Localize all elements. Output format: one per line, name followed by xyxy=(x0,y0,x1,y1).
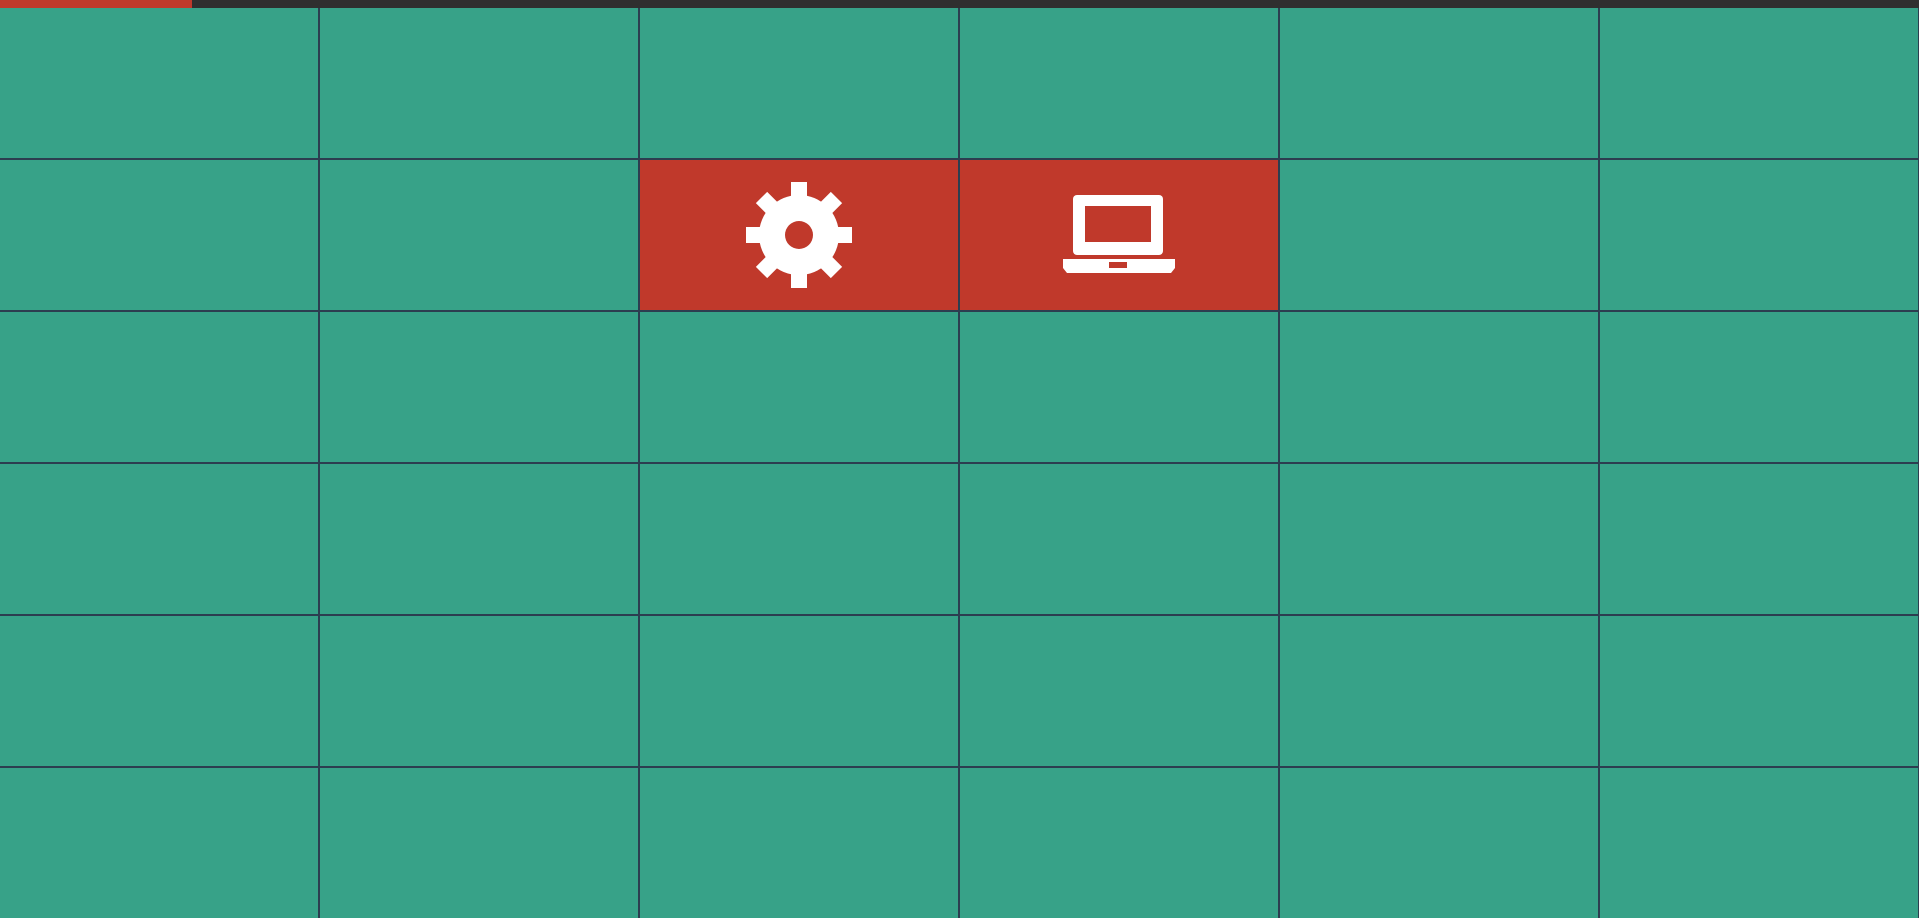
card-tile-r5-c2[interactable] xyxy=(640,768,958,918)
card-tile-r3-c1[interactable] xyxy=(320,464,638,614)
card-tile-r2-c3[interactable] xyxy=(960,312,1278,462)
card-tile-r5-c0[interactable] xyxy=(0,768,318,918)
card-tile-r5-c4[interactable] xyxy=(1280,768,1598,918)
card-tile-r2-c0[interactable] xyxy=(0,312,318,462)
memory-game-board xyxy=(0,8,1919,918)
card-tile-r0-c2[interactable] xyxy=(640,8,958,158)
card-tile-r2-c5[interactable] xyxy=(1600,312,1918,462)
card-tile-r4-c0[interactable] xyxy=(0,616,318,766)
card-tile-r5-c3[interactable] xyxy=(960,768,1278,918)
card-tile-r1-c2[interactable] xyxy=(640,160,958,310)
card-tile-r3-c5[interactable] xyxy=(1600,464,1918,614)
card-tile-r2-c1[interactable] xyxy=(320,312,638,462)
card-tile-r4-c5[interactable] xyxy=(1600,616,1918,766)
card-tile-r4-c3[interactable] xyxy=(960,616,1278,766)
card-tile-r3-c0[interactable] xyxy=(0,464,318,614)
card-tile-r1-c0[interactable] xyxy=(0,160,318,310)
card-tile-r4-c1[interactable] xyxy=(320,616,638,766)
card-tile-r0-c0[interactable] xyxy=(0,8,318,158)
progress-bar-fill xyxy=(0,0,192,8)
card-tile-r1-c1[interactable] xyxy=(320,160,638,310)
card-tile-r3-c4[interactable] xyxy=(1280,464,1598,614)
card-tile-r0-c1[interactable] xyxy=(320,8,638,158)
card-tile-r1-c4[interactable] xyxy=(1280,160,1598,310)
card-tile-r5-c1[interactable] xyxy=(320,768,638,918)
card-tile-r0-c4[interactable] xyxy=(1280,8,1598,158)
card-tile-r2-c2[interactable] xyxy=(640,312,958,462)
card-tile-r0-c3[interactable] xyxy=(960,8,1278,158)
card-tile-r1-c3[interactable] xyxy=(960,160,1278,310)
card-tile-r1-c5[interactable] xyxy=(1600,160,1918,310)
gear-icon xyxy=(744,180,854,290)
card-tile-r2-c4[interactable] xyxy=(1280,312,1598,462)
laptop-icon xyxy=(1063,195,1175,275)
card-tile-r3-c3[interactable] xyxy=(960,464,1278,614)
card-tile-r4-c2[interactable] xyxy=(640,616,958,766)
card-tile-r0-c5[interactable] xyxy=(1600,8,1918,158)
card-tile-r4-c4[interactable] xyxy=(1280,616,1598,766)
card-tile-r5-c5[interactable] xyxy=(1600,768,1918,918)
progress-bar xyxy=(0,0,1919,8)
card-tile-r3-c2[interactable] xyxy=(640,464,958,614)
